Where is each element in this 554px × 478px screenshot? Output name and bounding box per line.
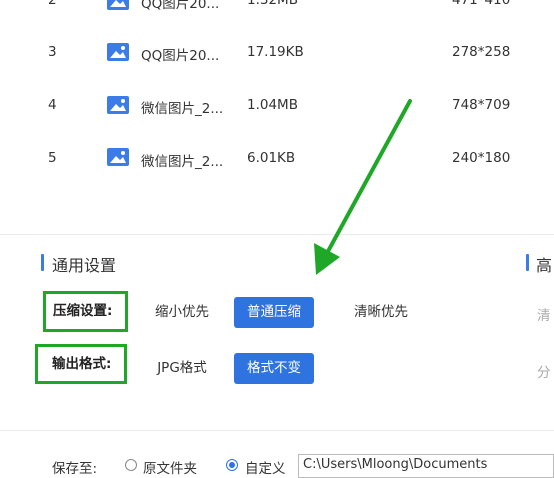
row-filename: QQ图片20... [141,48,220,64]
section-divider [0,234,554,235]
radio-custom-folder[interactable] [226,459,238,471]
row-dimensions: 240*180 [452,150,511,166]
general-settings-title: 通用设置 [52,256,117,275]
image-file-icon [107,148,129,166]
row-dimensions: 748*709 [452,97,511,113]
save-path-input[interactable]: C:\Users\Mloong\Documents [298,454,554,478]
row-filesize: 6.01KB [247,150,296,166]
save-to-label: 保存至: [52,461,98,477]
image-file-icon [107,43,129,61]
image-file-icon [107,0,129,10]
section-marker [41,254,44,271]
compression-option-small-first[interactable]: 缩小优先 [143,297,221,328]
row-filename: 微信图片_2... [141,154,224,170]
section-divider [0,430,554,431]
row-filesize: 17.19KB [247,44,304,60]
row-index: 2 [48,0,57,8]
row-filesize: 1.04MB [247,97,298,113]
row-index: 3 [48,44,57,60]
advanced-option-2[interactable]: 分 [537,361,551,381]
row-dimensions: 278*258 [452,44,511,60]
compression-label: 压缩设置: [43,291,128,332]
advanced-settings-title: 高 [536,256,553,275]
radio-original-folder[interactable] [125,459,137,471]
format-option-jpg[interactable]: JPG格式 [143,353,221,384]
row-filesize: 1.32MB [247,0,298,8]
compression-option-clarity-first[interactable]: 清晰优先 [342,297,420,328]
row-index: 4 [48,97,57,113]
row-filename: 微信图片_2... [141,101,224,117]
advanced-option-1[interactable]: 清 [537,304,551,324]
row-dimensions: 471*410 [452,0,511,8]
custom-folder-label[interactable]: 自定义 [245,457,286,477]
compression-option-normal[interactable]: 普通压缩 [234,297,314,328]
section-marker [526,254,529,271]
original-folder-label[interactable]: 原文件夹 [143,457,197,477]
row-filename: QQ图片20... [141,0,220,12]
format-option-keep[interactable]: 格式不变 [234,353,314,384]
image-file-icon [107,96,129,114]
output-format-label: 输出格式: [35,344,127,384]
row-index: 5 [48,150,57,166]
annotation-arrow-icon [314,99,412,275]
